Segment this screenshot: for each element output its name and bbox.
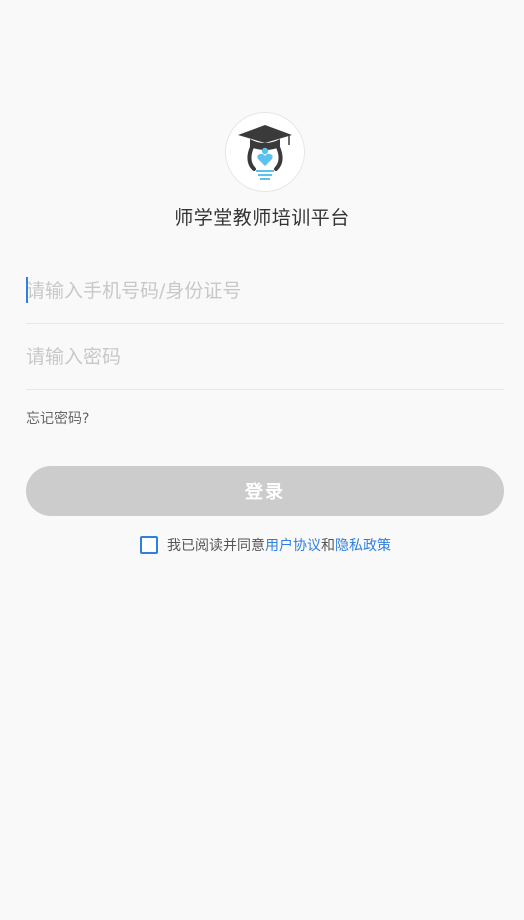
phone-input[interactable] xyxy=(26,274,504,308)
phone-field[interactable] xyxy=(26,260,504,324)
password-field[interactable] xyxy=(26,326,504,390)
forgot-password-link[interactable]: 忘记密码? xyxy=(26,408,89,428)
app-logo xyxy=(225,112,305,192)
login-page: 师学堂教师培训平台 忘记密码? 登录 我已阅读并同意 用户协议 和 隐私政策 xyxy=(0,0,524,920)
agreement-row: 我已阅读并同意 用户协议 和 隐私政策 xyxy=(140,535,391,555)
privacy-policy-link[interactable]: 隐私政策 xyxy=(335,535,391,555)
user-agreement-link[interactable]: 用户协议 xyxy=(265,535,321,555)
agreement-checkbox[interactable] xyxy=(140,536,158,554)
graduation-cap-heart-icon xyxy=(238,125,292,180)
login-button[interactable]: 登录 xyxy=(26,466,504,516)
text-cursor xyxy=(26,277,28,303)
app-title: 师学堂教师培训平台 xyxy=(174,207,350,229)
agreement-and: 和 xyxy=(321,538,335,554)
password-input[interactable] xyxy=(26,340,504,374)
agreement-prefix: 我已阅读并同意 xyxy=(167,538,265,554)
